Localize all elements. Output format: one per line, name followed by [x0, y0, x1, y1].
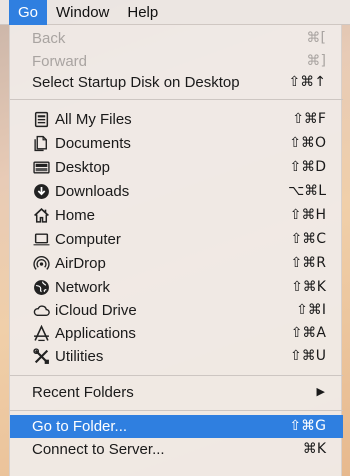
menu-item-label: Go to Folder...	[32, 418, 128, 435]
network-icon	[32, 279, 50, 297]
menu-item-shortcut: ⌘]	[306, 53, 326, 69]
airdrop-icon	[32, 255, 50, 273]
menu-item-label: Recent Folders	[32, 384, 134, 401]
menu-item-shortcut: ⇧⌘U	[290, 348, 326, 364]
menu-item-label: Back	[32, 30, 66, 47]
menu-window[interactable]: Window	[47, 0, 118, 25]
menu-item-shortcut: ⌥⌘L	[288, 183, 326, 199]
menu-item-shortcut: ⇧⌘A	[290, 325, 326, 341]
menu-item-label: All My Files	[55, 111, 132, 128]
menu-item-go-to-folder[interactable]: Go to Folder... ⇧⌘G	[10, 415, 343, 438]
menu-item-shortcut: ⌘[	[306, 30, 326, 46]
menu-item-label: iCloud Drive	[55, 302, 137, 319]
menu-item-icloud-drive[interactable]: iCloud Drive ⇧⌘I	[10, 299, 343, 322]
menu-item-connect-to-server[interactable]: Connect to Server... ⌘K	[10, 438, 343, 461]
menu-item-desktop[interactable]: Desktop ⇧⌘D	[10, 156, 343, 179]
menu-item-utilities[interactable]: Utilities ⇧⌘U	[10, 345, 343, 368]
menu-item-label: Applications	[55, 325, 136, 342]
menu-item-downloads[interactable]: Downloads ⌥⌘L	[10, 180, 343, 203]
menu-item-shortcut: ⇧⌘K	[291, 279, 326, 295]
menu-item-label: Connect to Server...	[32, 441, 165, 458]
menu-item-label: Select Startup Disk on Desktop	[32, 74, 240, 91]
all-my-files-icon	[32, 111, 50, 129]
downloads-icon	[32, 183, 50, 201]
menu-item-label: Desktop	[55, 159, 111, 176]
menu-item-shortcut: ⇧⌘D	[289, 159, 326, 175]
menu-item-select-startup-disk[interactable]: Select Startup Disk on Desktop ⇧⌘↑	[10, 71, 343, 94]
menu-item-label: AirDrop	[55, 255, 106, 272]
applications-icon	[32, 325, 50, 343]
computer-icon	[32, 231, 50, 249]
menu-separator	[10, 99, 343, 100]
menu-item-label: Forward	[32, 53, 88, 70]
menu-item-documents[interactable]: Documents ⇧⌘O	[10, 132, 343, 155]
menu-help[interactable]: Help	[118, 0, 167, 25]
menu-separator	[10, 410, 343, 411]
menu-separator	[10, 375, 343, 376]
menu-item-forward[interactable]: Forward ⌘]	[10, 50, 343, 73]
home-icon	[32, 207, 50, 225]
menu-item-shortcut: ⇧⌘C	[290, 231, 326, 247]
menu-item-label: Computer	[55, 231, 121, 248]
menu-item-shortcut: ⇧⌘I	[296, 302, 326, 318]
submenu-arrow-icon: ▶	[316, 386, 325, 398]
menu-item-applications[interactable]: Applications ⇧⌘A	[10, 322, 343, 345]
menu-item-shortcut: ⇧⌘H	[289, 207, 326, 223]
menu-item-shortcut: ⇧⌘O	[289, 135, 326, 151]
go-menu-dropdown: Back ⌘[ Forward ⌘] Select Startup Disk o…	[9, 25, 343, 476]
menu-item-all-my-files[interactable]: All My Files ⇧⌘F	[10, 108, 343, 131]
menu-item-label: Network	[55, 279, 111, 296]
menu-bar: Go Window Help	[0, 0, 350, 25]
menu-item-recent-folders[interactable]: Recent Folders ▶	[10, 381, 343, 404]
menu-go[interactable]: Go	[9, 0, 48, 25]
utilities-icon	[32, 348, 50, 366]
documents-icon	[32, 135, 50, 153]
menu-item-shortcut: ⇧⌘↑	[288, 74, 326, 90]
menu-item-label: Documents	[55, 135, 131, 152]
menu-item-shortcut: ⇧⌘R	[290, 255, 326, 271]
menu-item-back[interactable]: Back ⌘[	[10, 27, 343, 50]
menu-item-label: Utilities	[55, 348, 104, 365]
menu-item-shortcut: ⇧⌘G	[289, 418, 326, 434]
menu-item-computer[interactable]: Computer ⇧⌘C	[10, 228, 343, 251]
menu-item-label: Downloads	[55, 183, 130, 200]
menu-item-airdrop[interactable]: AirDrop ⇧⌘R	[10, 252, 343, 275]
menu-item-shortcut: ⌘K	[302, 441, 326, 457]
menu-item-home[interactable]: Home ⇧⌘H	[10, 204, 343, 227]
menu-item-network[interactable]: Network ⇧⌘K	[10, 276, 343, 299]
menu-item-label: Home	[55, 207, 96, 224]
desktop-icon	[32, 159, 50, 177]
menu-item-shortcut: ⇧⌘F	[292, 111, 326, 127]
icloud-icon	[32, 302, 50, 320]
